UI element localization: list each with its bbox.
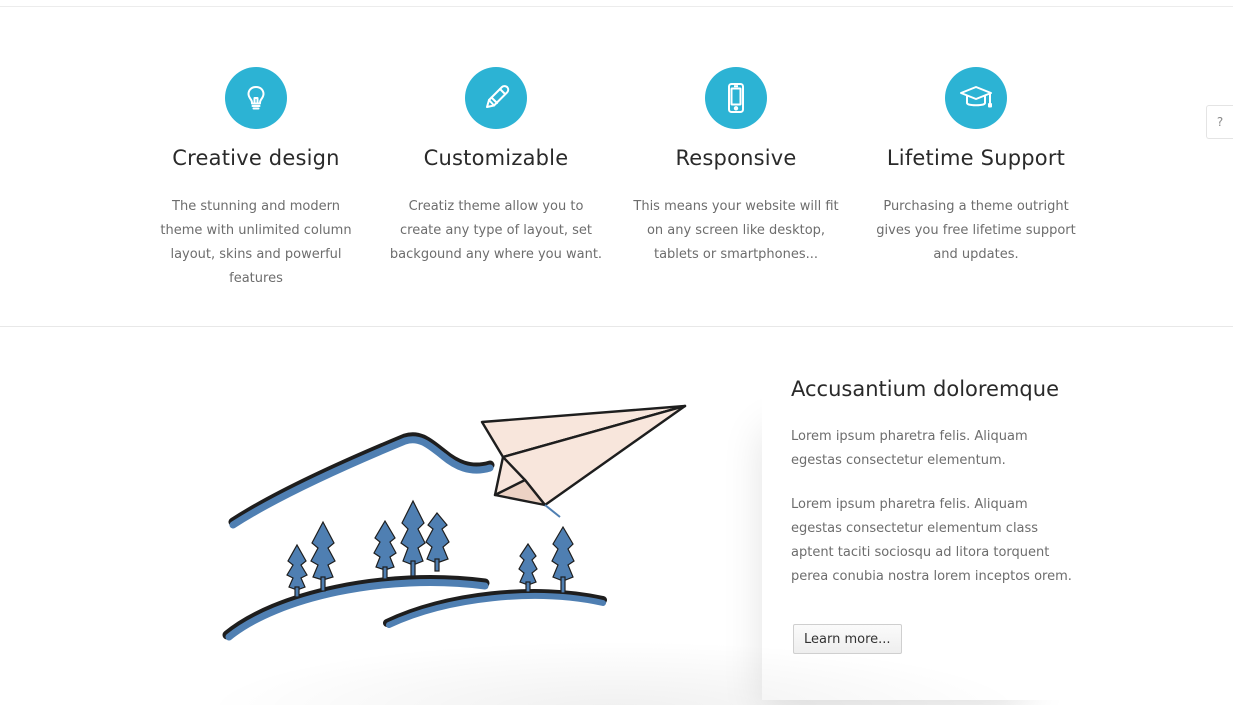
pencil-icon (465, 67, 527, 129)
mobile-icon (705, 67, 767, 129)
feature-customizable: Customizable Creatiz theme allow you to … (376, 67, 616, 291)
learn-more-button[interactable]: Learn more... (793, 624, 902, 654)
feature-text: Creatiz theme allow you to create any ty… (389, 199, 603, 262)
lightbulb-icon (225, 67, 287, 129)
top-divider (0, 6, 1233, 7)
feature-title: Responsive (675, 146, 797, 170)
about-section: Accusantium doloremque Lorem ipsum phare… (791, 377, 1081, 654)
feature-title: Customizable (423, 146, 569, 170)
page: Creative design The stunning and modern … (0, 0, 1233, 705)
feature-text: This means your website will fit on any … (633, 199, 839, 262)
feature-lifetime-support: Lifetime Support Purchasing a theme outr… (856, 67, 1096, 291)
paper-plane-illustration (222, 404, 687, 641)
feature-responsive: Responsive This means your website will … (616, 67, 856, 291)
graduation-cap-icon (945, 67, 1007, 129)
feature-title: Lifetime Support (886, 146, 1066, 170)
feature-creative-design: Creative design The stunning and modern … (136, 67, 376, 291)
about-title: Accusantium doloremque (791, 377, 1059, 401)
feature-text: Purchasing a theme outright gives you fr… (876, 199, 1076, 262)
about-paragraph-1: Lorem ipsum pharetra felis. Aliquam eges… (791, 429, 1028, 468)
features-row: Creative design The stunning and modern … (136, 67, 1096, 291)
section-divider (0, 326, 1233, 327)
help-tab[interactable]: ? (1206, 105, 1233, 139)
feature-text: The stunning and modern theme with unlim… (160, 199, 352, 286)
feature-title: Creative design (172, 146, 340, 170)
about-paragraph-2: Lorem ipsum pharetra felis. Aliquam eges… (791, 497, 1072, 584)
